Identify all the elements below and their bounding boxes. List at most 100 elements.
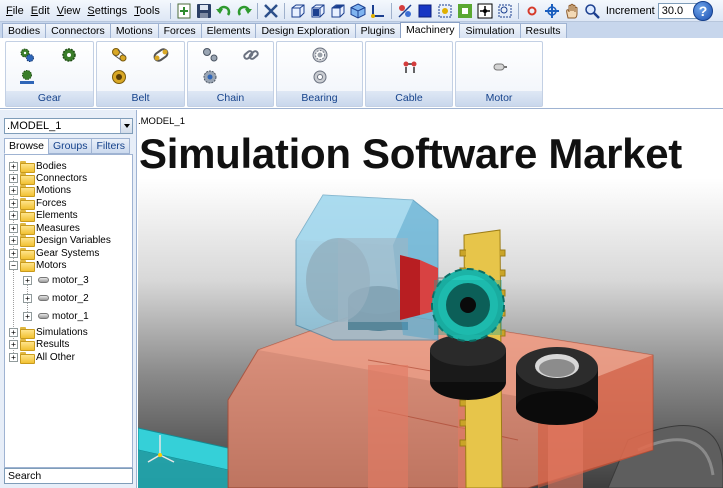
menu-view[interactable]: View [57,5,81,17]
chain-sprocket-icon[interactable] [202,47,218,63]
tree-item-motor-1[interactable]: + motor_1 [23,310,89,322]
gear-icon[interactable] [61,47,77,63]
tree-item-all-other[interactable]: + All Other [9,351,75,364]
belt-icon[interactable] [153,47,169,63]
toolbar-separator [256,2,258,19]
tab-machinery[interactable]: Machinery [400,22,461,38]
tab-forces[interactable]: Forces [157,23,202,38]
tree-item-elements[interactable]: + Elements [9,209,78,222]
pulley-icon[interactable] [111,69,127,85]
tree-item-label: Design Variables [36,234,111,246]
tab-simulation[interactable]: Simulation [459,23,521,38]
expand-icon[interactable]: + [9,327,18,337]
expand-icon[interactable]: + [23,275,32,285]
tree-item-connectors[interactable]: + Connectors [9,172,88,185]
axes-icon[interactable] [369,2,387,20]
expand-icon[interactable]: + [9,173,18,183]
expand-icon[interactable]: + [9,198,18,208]
toolbar-separator [390,2,392,19]
tree-item-forces[interactable]: + Forces [9,197,67,210]
chevron-down-icon[interactable] [120,119,132,133]
select-icon[interactable] [476,2,494,20]
cable-icon[interactable] [402,59,418,75]
zoom-box-icon[interactable] [496,2,514,20]
bearing-housing-icon[interactable] [312,69,328,85]
expand-icon[interactable]: + [9,248,18,258]
tab-design-exploration[interactable]: Design Exploration [255,23,356,38]
redo-icon[interactable] [235,2,253,20]
model-selector[interactable]: .MODEL_1 [4,118,133,134]
expand-icon[interactable]: + [9,339,18,349]
bearing-icon[interactable] [312,47,328,63]
gear-rack-icon[interactable] [19,69,35,85]
expand-icon[interactable]: + [9,161,18,171]
tab-connectors[interactable]: Connectors [45,23,111,38]
expand-icon[interactable]: + [23,293,32,303]
tree-item-gear-systems[interactable]: + Gear Systems [9,247,99,260]
tab-elements[interactable]: Elements [200,23,257,38]
gear-pair-icon[interactable] [19,47,35,63]
tab-filters[interactable]: Filters [91,138,131,154]
tree-item-simulations[interactable]: + Simulations [9,326,88,339]
tree-item-motors[interactable]: − Motors [9,259,67,272]
expand-icon[interactable]: + [9,223,18,233]
menu-tools[interactable]: Tools [134,5,160,17]
shade-icon[interactable] [416,2,434,20]
belt-pulley-icon[interactable] [111,47,127,63]
point-icon[interactable] [523,2,541,20]
folder-icon [20,260,35,272]
expand-icon[interactable]: + [9,210,18,220]
cube-side-icon[interactable] [309,2,327,20]
tab-bodies[interactable]: Bodies [2,23,47,38]
cube-top-icon[interactable] [329,2,347,20]
bodies-icon[interactable] [396,2,414,20]
tree-item-motor-2[interactable]: + motor_2 [23,292,89,304]
help-button[interactable]: ? [693,1,713,21]
collapse-icon[interactable]: − [9,260,18,270]
search-input[interactable]: Search [4,468,133,484]
expand-icon[interactable]: + [9,185,18,195]
increment-label: Increment [605,4,655,17]
cube-front-icon[interactable] [289,2,307,20]
tree-item-motions[interactable]: + Motions [9,184,71,197]
tree-item-results[interactable]: + Results [9,338,69,351]
pan-icon[interactable] [563,2,581,20]
ribbon-group-gear: Gear [5,41,94,107]
fit-icon[interactable] [456,2,474,20]
tab-browse[interactable]: Browse [4,138,50,154]
zoom-icon[interactable] [583,2,601,20]
menu-settings[interactable]: Settings [87,5,127,17]
expand-icon[interactable]: + [9,352,18,362]
wire-icon[interactable] [436,2,454,20]
undo-icon[interactable] [215,2,233,20]
expand-icon[interactable]: + [23,311,32,321]
new-icon[interactable] [175,2,193,20]
sprocket-icon[interactable] [202,69,218,85]
tree-item-motor-3[interactable]: + motor_3 [23,274,89,286]
chain-icon[interactable] [243,47,259,63]
tree-item-label: Connectors [36,172,88,184]
tab-motions[interactable]: Motions [109,23,159,38]
tree-item-measures[interactable]: + Measures [9,222,80,235]
menu-edit[interactable]: Edit [31,5,50,17]
3d-viewport[interactable]: .MODEL_1 Simulation Software Market [138,110,723,488]
save-icon[interactable] [195,2,213,20]
folder-icon [20,235,35,247]
tree-item-label: All Other [36,351,75,363]
tree-item-bodies[interactable]: + Bodies [9,160,67,173]
tree-item-design-variables[interactable]: + Design Variables [9,234,111,247]
expand-icon[interactable]: + [9,235,18,245]
ribbon-tabs: Bodies Connectors Motions Forces Element… [0,22,723,38]
tree-item-label: Elements [36,209,78,221]
rotate-icon[interactable] [543,2,561,20]
tab-groups[interactable]: Groups [48,138,93,154]
menu-file[interactable]: File [6,5,24,17]
cube-iso-icon[interactable] [349,2,367,20]
tools-icon[interactable] [262,2,280,20]
tab-results[interactable]: Results [519,23,567,38]
tree-item-label: motor_2 [52,292,89,304]
ribbon-group-belt: Belt [96,41,185,107]
motor-icon[interactable] [492,59,508,75]
tab-plugins[interactable]: Plugins [354,23,402,38]
folder-icon [20,352,35,364]
